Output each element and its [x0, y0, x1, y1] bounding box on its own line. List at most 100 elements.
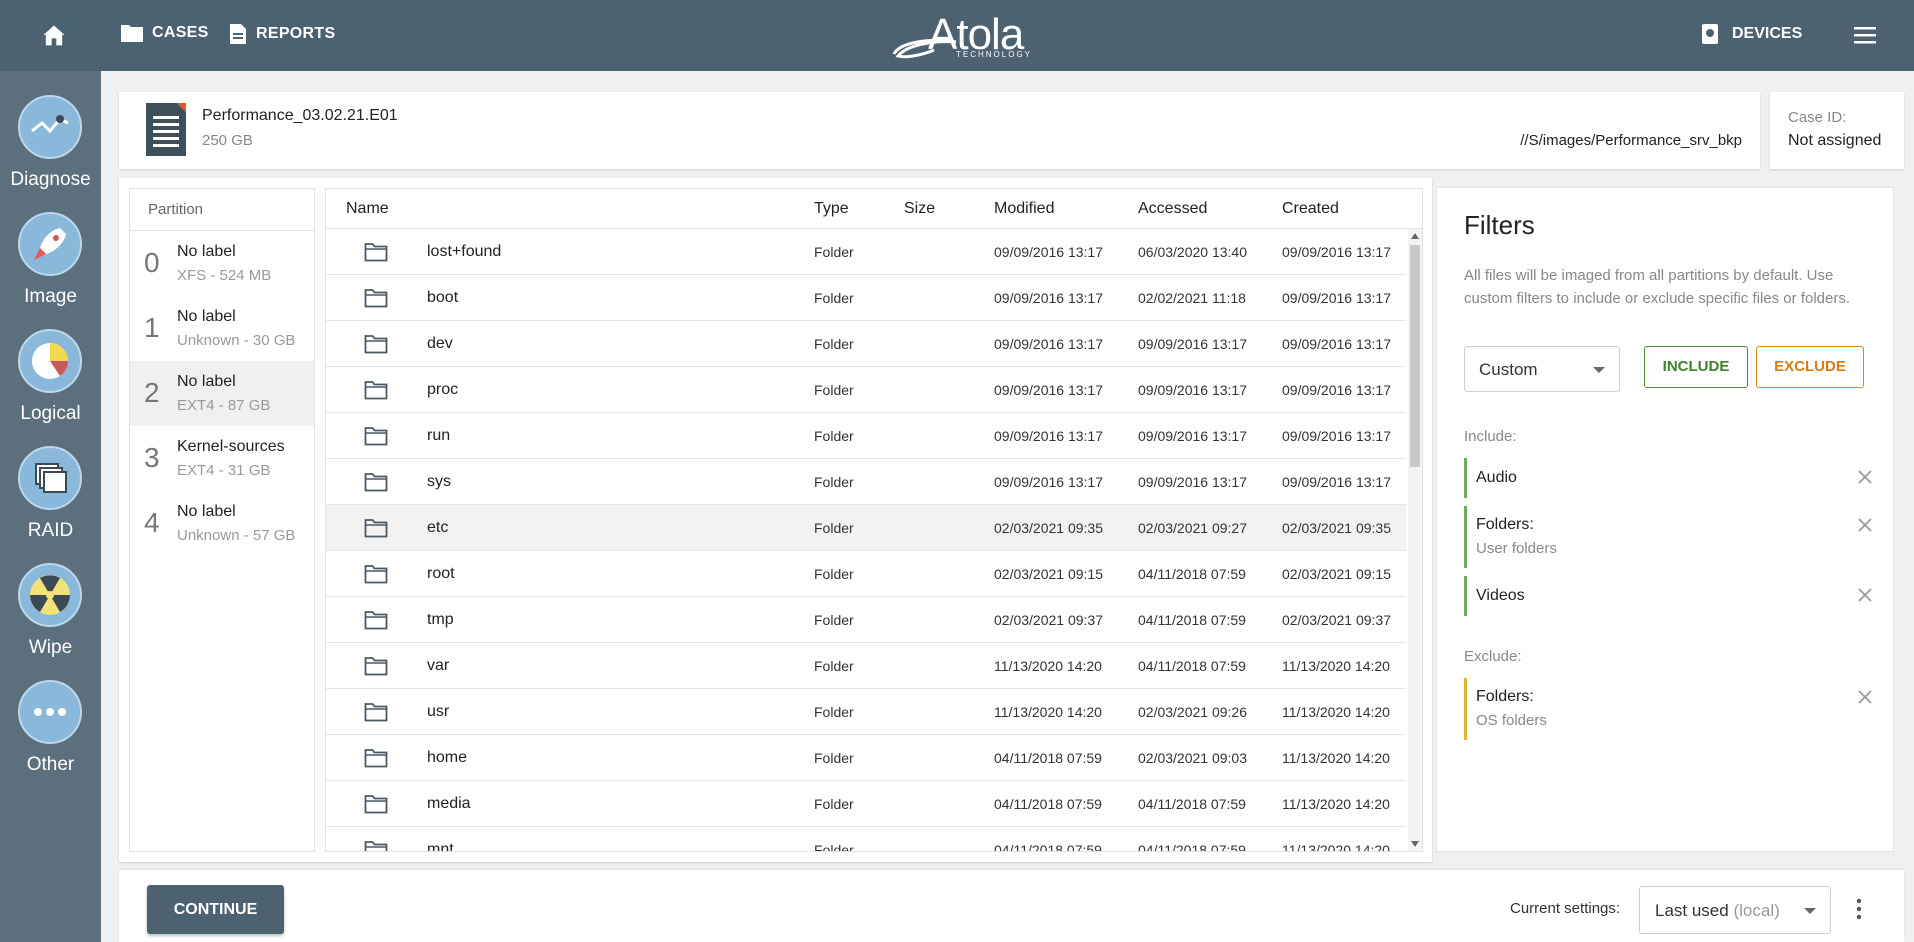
file-type-cell: Folder — [814, 474, 854, 490]
file-created-cell: 02/03/2021 09:37 — [1282, 612, 1391, 628]
table-row[interactable]: mnt Folder 04/11/2018 07:59 04/11/2018 07:5… — [326, 827, 1406, 851]
filters-description: All files will be imaged from all partit… — [1464, 267, 1850, 307]
sidebar-item-diagnose[interactable]: Diagnose — [0, 95, 101, 205]
file-created-cell: 09/09/2016 13:17 — [1282, 336, 1391, 352]
settings-preset-name: Last used — [1655, 901, 1729, 920]
sidebar-item-image[interactable]: Image — [0, 212, 101, 322]
case-id-card: Case ID: Not assigned — [1770, 92, 1904, 169]
column-header-created[interactable]: Created — [1282, 189, 1339, 229]
include-button[interactable]: INCLUDE — [1644, 346, 1748, 388]
table-row[interactable]: tmp Folder 02/03/2021 09:37 04/11/2018 07:5… — [326, 597, 1406, 643]
radiation-icon — [18, 563, 82, 627]
partition-header: Partition — [130, 189, 314, 231]
file-created-cell: 09/09/2016 13:17 — [1282, 428, 1391, 444]
file-type-cell: Folder — [814, 244, 854, 260]
filter-mode-value: Custom — [1479, 360, 1538, 379]
folder-outline-icon — [364, 381, 388, 400]
devices-label: DEVICES — [1732, 25, 1803, 42]
column-header-modified[interactable]: Modified — [994, 189, 1054, 229]
file-modified-cell: 09/09/2016 13:17 — [994, 336, 1103, 352]
file-accessed-cell: 04/11/2018 07:59 — [1138, 658, 1246, 674]
exclude-button[interactable]: EXCLUDE — [1756, 346, 1864, 388]
column-header-type[interactable]: Type — [814, 189, 849, 229]
continue-button[interactable]: CONTINUE — [147, 885, 284, 934]
table-row[interactable]: proc Folder 09/09/2016 13:17 09/09/2016 13:… — [326, 367, 1406, 413]
sidebar-item-wipe[interactable]: Wipe — [0, 563, 101, 673]
case-id-value: Not assigned — [1788, 132, 1882, 149]
sidebar-item-raid[interactable]: RAID — [0, 446, 101, 556]
column-header-name[interactable]: Name — [346, 189, 389, 229]
image-file-card: Performance_03.02.21.E01 250 GB //S/imag… — [119, 92, 1760, 169]
rocket-icon — [18, 212, 82, 276]
table-row[interactable]: home Folder 04/11/2018 07:59 02/03/2021 09:… — [326, 735, 1406, 781]
partition-row[interactable]: 3 Kernel-sources EXT4 - 31 GB — [130, 426, 314, 491]
file-created-cell: 02/03/2021 09:35 — [1282, 520, 1391, 536]
table-row[interactable]: dev Folder 09/09/2016 13:17 09/09/2016 13:1… — [326, 321, 1406, 367]
folder-outline-icon — [364, 289, 388, 308]
file-table-scrollbar[interactable] — [1408, 229, 1422, 851]
top-bar: CASES REPORTS Atola TECHNOLOGY DEVICES — [0, 0, 1914, 71]
column-header-size[interactable]: Size — [904, 189, 935, 229]
remove-filter-close-icon[interactable] — [1856, 516, 1874, 534]
file-size: 250 GB — [202, 132, 253, 149]
file-modified-cell: 04/11/2018 07:59 — [994, 842, 1102, 851]
remove-filter-close-icon[interactable] — [1856, 468, 1874, 486]
sidebar-item-label: RAID — [27, 520, 74, 541]
scroll-down-icon[interactable] — [1411, 841, 1419, 847]
filter-item-detail: User folders — [1476, 540, 1557, 557]
scrollbar-thumb[interactable] — [1410, 245, 1420, 467]
file-type-cell: Folder — [814, 336, 854, 352]
partition-row-selected[interactable]: 2 No label EXT4 - 87 GB — [130, 361, 314, 426]
partition-row[interactable]: 4 No label Unknown - 57 GB — [130, 491, 314, 556]
pie-chart-icon — [18, 329, 82, 393]
file-modified-cell: 09/09/2016 13:17 — [994, 382, 1103, 398]
table-row[interactable]: usr Folder 11/13/2020 14:20 02/03/2021 09:2… — [326, 689, 1406, 735]
file-name-cell: tmp — [427, 611, 454, 628]
partition-label: No label — [177, 503, 236, 520]
file-type-cell: Folder — [814, 566, 854, 582]
more-dots-icon — [18, 680, 82, 744]
file-type-cell: Folder — [814, 796, 854, 812]
file-table-header: Name Type Size Modified Accessed Created — [326, 189, 1422, 229]
partition-row[interactable]: 0 No label XFS - 524 MB — [130, 231, 314, 296]
devices-link[interactable]: DEVICES — [1700, 23, 1802, 45]
table-row[interactable]: run Folder 09/09/2016 13:17 09/09/2016 13:1… — [326, 413, 1406, 459]
filter-item-title: Folders: — [1476, 516, 1534, 533]
table-row[interactable]: media Folder 04/11/2018 07:59 04/11/2018 07… — [326, 781, 1406, 827]
sidebar-item-label: Image — [24, 286, 77, 307]
scroll-up-icon[interactable] — [1411, 233, 1419, 239]
bottom-bar: CONTINUE Current settings: Last used (lo… — [119, 870, 1904, 942]
table-row[interactable]: sys Folder 09/09/2016 13:17 09/09/2016 13:1… — [326, 459, 1406, 505]
file-created-cell: 09/09/2016 13:17 — [1282, 474, 1391, 490]
file-accessed-cell: 04/11/2018 07:59 — [1138, 612, 1246, 628]
table-row[interactable]: root Folder 02/03/2021 09:15 04/11/2018 07:… — [326, 551, 1406, 597]
sidebar-item-logical[interactable]: Logical — [0, 329, 101, 439]
settings-preset-select[interactable]: Last used (local) — [1639, 886, 1831, 934]
file-name-cell: dev — [427, 335, 453, 352]
folder-outline-icon — [364, 795, 388, 814]
file-rows: lost+found Folder 09/09/2016 13:17 06/03/20… — [326, 229, 1406, 851]
file-name: Performance_03.02.21.E01 — [202, 107, 398, 124]
cases-link[interactable]: CASES — [120, 23, 209, 43]
reports-link[interactable]: REPORTS — [228, 23, 335, 45]
file-type-cell: Folder — [814, 290, 854, 306]
table-row[interactable]: lost+found Folder 09/09/2016 13:17 06/03/20… — [326, 229, 1406, 275]
filter-mode-select[interactable]: Custom — [1464, 346, 1620, 392]
more-vertical-icon[interactable] — [1854, 898, 1864, 920]
folder-outline-icon — [364, 565, 388, 584]
remove-filter-close-icon[interactable] — [1856, 688, 1874, 706]
partition-row[interactable]: 1 No label Unknown - 30 GB — [130, 296, 314, 361]
sidebar-item-other[interactable]: Other — [0, 680, 101, 790]
partition-label: Kernel-sources — [177, 438, 285, 455]
column-header-accessed[interactable]: Accessed — [1138, 189, 1207, 229]
file-modified-cell: 02/03/2021 09:37 — [994, 612, 1103, 628]
hamburger-menu-icon[interactable] — [1852, 24, 1878, 46]
home-icon[interactable] — [40, 22, 68, 50]
table-row[interactable]: var Folder 11/13/2020 14:20 04/11/2018 07:5… — [326, 643, 1406, 689]
folder-outline-icon — [364, 657, 388, 676]
remove-filter-close-icon[interactable] — [1856, 586, 1874, 604]
folder-outline-icon — [364, 335, 388, 354]
folder-outline-icon — [364, 243, 388, 262]
table-row[interactable]: boot Folder 09/09/2016 13:17 02/02/2021 11:… — [326, 275, 1406, 321]
table-row[interactable]: etc Folder 02/03/2021 09:35 02/03/2021 09:2… — [326, 505, 1406, 551]
